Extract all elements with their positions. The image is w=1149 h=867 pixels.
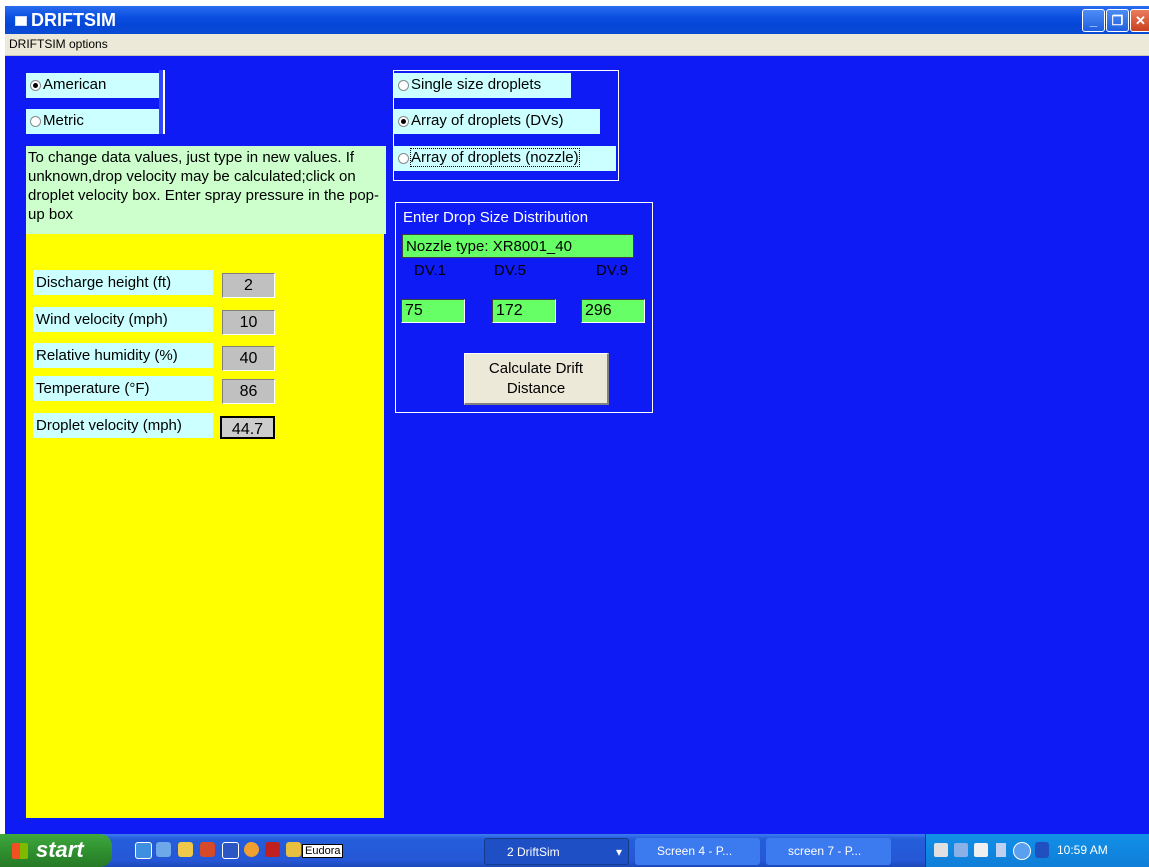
radio-array-nozzle-label: Array of droplets (nozzle) bbox=[410, 148, 580, 167]
param-label-wind-velocity: Wind velocity (mph) bbox=[33, 307, 213, 332]
window-titlebar[interactable]: DRIFTSIM _ ❐ ✕ bbox=[5, 6, 1149, 34]
app-icon-red[interactable] bbox=[265, 842, 280, 857]
start-label: start bbox=[36, 837, 84, 862]
radio-metric[interactable]: Metric bbox=[26, 109, 159, 134]
eudora-icon[interactable] bbox=[286, 842, 301, 857]
folder-icon[interactable] bbox=[178, 842, 193, 857]
drop-distribution-heading: Enter Drop Size Distribution bbox=[403, 209, 589, 226]
nozzle-type-field[interactable]: Nozzle type: XR8001_40 bbox=[402, 234, 634, 258]
radio-selected-icon bbox=[30, 80, 41, 91]
restore-button[interactable]: ❐ bbox=[1106, 9, 1129, 32]
system-tray: 10:59 AM bbox=[925, 834, 1149, 867]
calculate-drift-button[interactable]: Calculate Drift Distance bbox=[464, 353, 609, 405]
temperature-field[interactable]: 86 bbox=[222, 379, 275, 404]
wind-velocity-field[interactable]: 10 bbox=[222, 310, 275, 335]
windows-logo-icon bbox=[12, 843, 28, 859]
discharge-height-field[interactable]: 2 bbox=[222, 273, 275, 298]
instructions-text: To change data values, just type in new … bbox=[26, 146, 386, 234]
radio-empty-icon bbox=[30, 116, 41, 127]
tray-help-icon[interactable] bbox=[974, 843, 988, 857]
radio-array-dvs[interactable]: Array of droplets (DVs) bbox=[394, 109, 600, 134]
tray-network-icon[interactable] bbox=[954, 843, 968, 857]
dv5-input[interactable]: 172 bbox=[492, 299, 556, 323]
relative-humidity-field[interactable]: 40 bbox=[222, 346, 275, 371]
menu-driftsim-options[interactable]: DRIFTSIM options bbox=[9, 37, 108, 51]
task-screen4[interactable]: Screen 4 - P... bbox=[635, 838, 760, 865]
radio-single-size[interactable]: Single size droplets bbox=[394, 73, 571, 98]
param-label-relative-humidity: Relative humidity (%) bbox=[33, 343, 213, 368]
ie-icon[interactable] bbox=[135, 842, 152, 859]
droplet-velocity-field[interactable]: 44.7 bbox=[220, 416, 275, 439]
param-label-discharge-height: Discharge height (ft) bbox=[33, 270, 213, 295]
menu-bar: DRIFTSIM options bbox=[5, 34, 1149, 56]
units-frame-highlight bbox=[163, 70, 165, 134]
radio-american[interactable]: American bbox=[26, 73, 159, 98]
clock[interactable]: 10:59 AM bbox=[1057, 843, 1108, 857]
desktop-icon[interactable] bbox=[156, 842, 171, 857]
dv1-input[interactable]: 75 bbox=[401, 299, 465, 323]
radio-metric-label: Metric bbox=[43, 112, 84, 129]
powerpoint-icon[interactable] bbox=[200, 842, 215, 857]
radio-empty-icon bbox=[398, 153, 409, 164]
close-button[interactable]: ✕ bbox=[1130, 9, 1149, 32]
radio-american-label: American bbox=[43, 76, 107, 93]
dv9-label: DV.9 bbox=[596, 262, 628, 279]
dv9-input[interactable]: 296 bbox=[581, 299, 645, 323]
tray-arrow-icon[interactable] bbox=[1013, 842, 1031, 860]
tray-tool-icon[interactable] bbox=[934, 843, 948, 857]
app-icon-orange[interactable] bbox=[244, 842, 259, 857]
task-screen7[interactable]: screen 7 - P... bbox=[766, 838, 891, 865]
radio-selected-icon bbox=[398, 116, 409, 127]
param-label-temperature: Temperature (°F) bbox=[33, 376, 213, 401]
radio-array-dvs-label: Array of droplets (DVs) bbox=[411, 112, 564, 129]
radio-empty-icon bbox=[398, 80, 409, 91]
tray-shield-icon[interactable] bbox=[1035, 842, 1049, 858]
task-driftsim-label: 2 DriftSim bbox=[507, 845, 560, 859]
eudora-label[interactable]: Eudora bbox=[302, 844, 344, 858]
radio-single-size-label: Single size droplets bbox=[411, 76, 542, 93]
start-button[interactable]: start bbox=[0, 834, 112, 867]
minimize-button[interactable]: _ bbox=[1082, 9, 1105, 32]
param-label-droplet-velocity: Droplet velocity (mph) bbox=[33, 413, 213, 438]
word-icon[interactable] bbox=[222, 842, 239, 859]
tray-usb-icon[interactable] bbox=[996, 843, 1006, 857]
dv5-label: DV.5 bbox=[494, 262, 526, 279]
task-screen7-label: screen 7 - P... bbox=[788, 844, 862, 858]
calculate-drift-label: Calculate Drift Distance bbox=[488, 360, 584, 397]
radio-array-nozzle[interactable]: Array of droplets (nozzle) bbox=[394, 146, 616, 171]
dv1-label: DV.1 bbox=[414, 262, 446, 279]
app-icon bbox=[15, 16, 27, 26]
task-screen4-label: Screen 4 - P... bbox=[657, 844, 733, 858]
chevron-down-icon: ▾ bbox=[615, 845, 622, 859]
window-title: DRIFTSIM bbox=[31, 10, 116, 30]
task-driftsim[interactable]: 2 DriftSim ▾ bbox=[484, 838, 629, 865]
